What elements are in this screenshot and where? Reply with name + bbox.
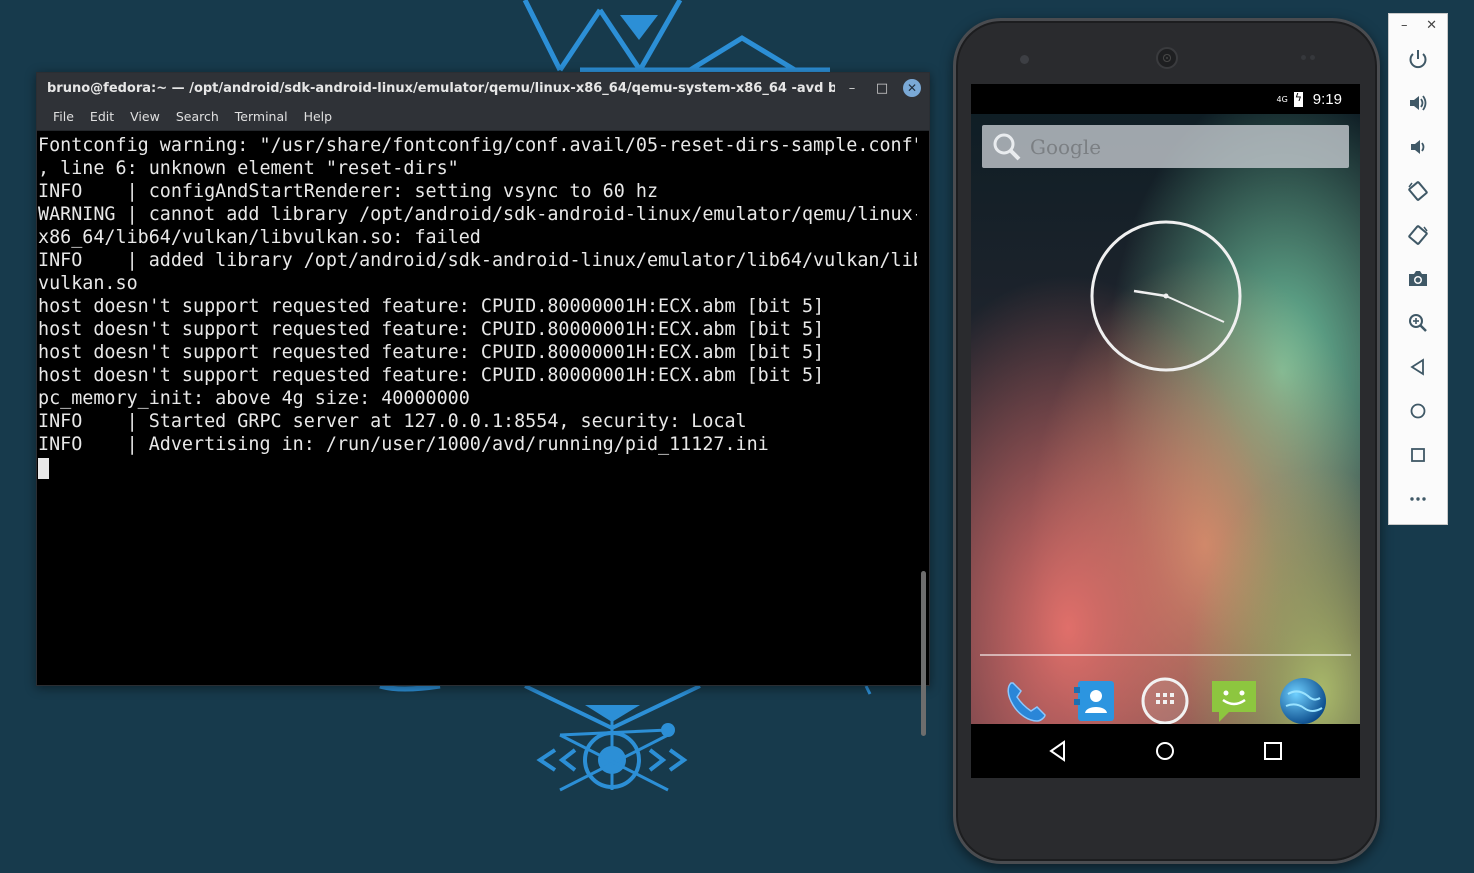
android-emulator-device: 4G 9:19 Google [953,18,1380,864]
rotate-right-icon[interactable] [1403,220,1433,250]
terminal-line: Fontconfig warning: "/usr/share/fontconf… [38,135,917,156]
browser-icon[interactable] [1277,675,1329,727]
google-search-bar[interactable]: Google [982,125,1349,168]
scrollbar-thumb[interactable] [921,571,926,736]
terminal-titlebar[interactable]: bruno@fedora:~ — /opt/android/sdk-androi… [37,73,929,103]
hour-hand [1133,289,1167,298]
terminal-line: pc_memory_init: above 4g size: 40000000 [38,388,470,409]
home-icon[interactable] [1153,739,1177,763]
minute-hand [1165,295,1225,323]
toolbar-window-controls: – ✕ [1389,14,1447,44]
overview-icon[interactable] [1403,440,1433,470]
terminal-scrollbar[interactable] [917,131,929,736]
navigation-bar [971,724,1360,778]
terminal-line: WARNING | cannot add library /opt/androi… [38,204,917,225]
volume-down-icon[interactable] [1403,132,1433,162]
device-screen[interactable]: 4G 9:19 Google [971,84,1360,778]
menu-search[interactable]: Search [168,103,227,131]
phone-icon[interactable] [1001,675,1053,727]
back-icon[interactable] [1403,352,1433,382]
rotate-left-icon[interactable] [1403,176,1433,206]
menu-terminal[interactable]: Terminal [227,103,296,131]
power-icon[interactable] [1403,44,1433,74]
terminal-line: host doesn't support requested feature: … [38,319,825,340]
analog-clock-widget[interactable] [1089,219,1243,373]
terminal-line: , line 6: unknown element "reset-dirs" [38,158,459,179]
home-icon[interactable] [1403,396,1433,426]
status-bar: 4G 9:19 [971,84,1360,114]
terminal-line: INFO | configAndStartRenderer: setting v… [38,181,659,202]
terminal-line: INFO | Advertising in: /run/user/1000/av… [38,434,769,455]
recents-icon[interactable] [1261,739,1285,763]
signal-icon: 4G [1276,94,1288,104]
minimize-button[interactable]: – [839,77,865,99]
menu-help[interactable]: Help [296,103,341,131]
terminal-line: INFO | Started GRPC server at 127.0.0.1:… [38,411,747,432]
terminal-window[interactable]: bruno@fedora:~ — /opt/android/sdk-androi… [36,72,930,736]
close-button[interactable]: ✕ [903,79,921,97]
toolbar-close-button[interactable]: ✕ [1426,18,1437,44]
front-camera [1020,55,1029,64]
terminal-line: x86_64/lib64/vulkan/libvulkan.so: failed [38,227,481,248]
battery-icon [1293,91,1303,107]
contacts-icon[interactable] [1070,675,1122,727]
proximity-sensor [1301,55,1315,61]
zoom-icon[interactable] [1403,308,1433,338]
menu-edit[interactable]: Edit [82,103,122,131]
app-drawer-icon[interactable] [1139,675,1191,727]
terminal-line: vulkan.so [38,273,138,294]
emulator-toolbar: – ✕ [1388,13,1448,525]
dock-divider [980,654,1351,656]
maximize-button[interactable]: □ [869,77,895,99]
messaging-icon[interactable] [1208,675,1260,727]
camera-icon[interactable] [1403,264,1433,294]
terminal-output[interactable]: Fontconfig warning: "/usr/share/fontconf… [37,131,917,685]
terminal-line: host doesn't support requested feature: … [38,296,825,317]
search-placeholder: Google [1030,134,1102,159]
more-icon[interactable] [1403,484,1433,514]
back-icon[interactable] [1046,739,1070,763]
terminal-line: INFO | added library /opt/android/sdk-an… [38,250,917,271]
home-wallpaper [971,84,1360,724]
window-title: bruno@fedora:~ — /opt/android/sdk-androi… [47,80,835,96]
terminal-menubar: File Edit View Search Terminal Help [37,103,929,131]
menu-file[interactable]: File [45,103,82,131]
status-time: 9:19 [1312,90,1342,108]
search-icon [993,133,1021,160]
terminal-cursor [38,458,49,479]
earpiece-speaker [1156,47,1178,69]
wallpaper-emblem-bottom [379,683,872,792]
toolbar-minimize-button[interactable]: – [1401,18,1408,44]
wallpaper-emblem-top [522,0,830,73]
terminal-line: host doesn't support requested feature: … [38,365,825,386]
volume-up-icon[interactable] [1403,88,1433,118]
terminal-line: host doesn't support requested feature: … [38,342,825,363]
menu-view[interactable]: View [122,103,168,131]
